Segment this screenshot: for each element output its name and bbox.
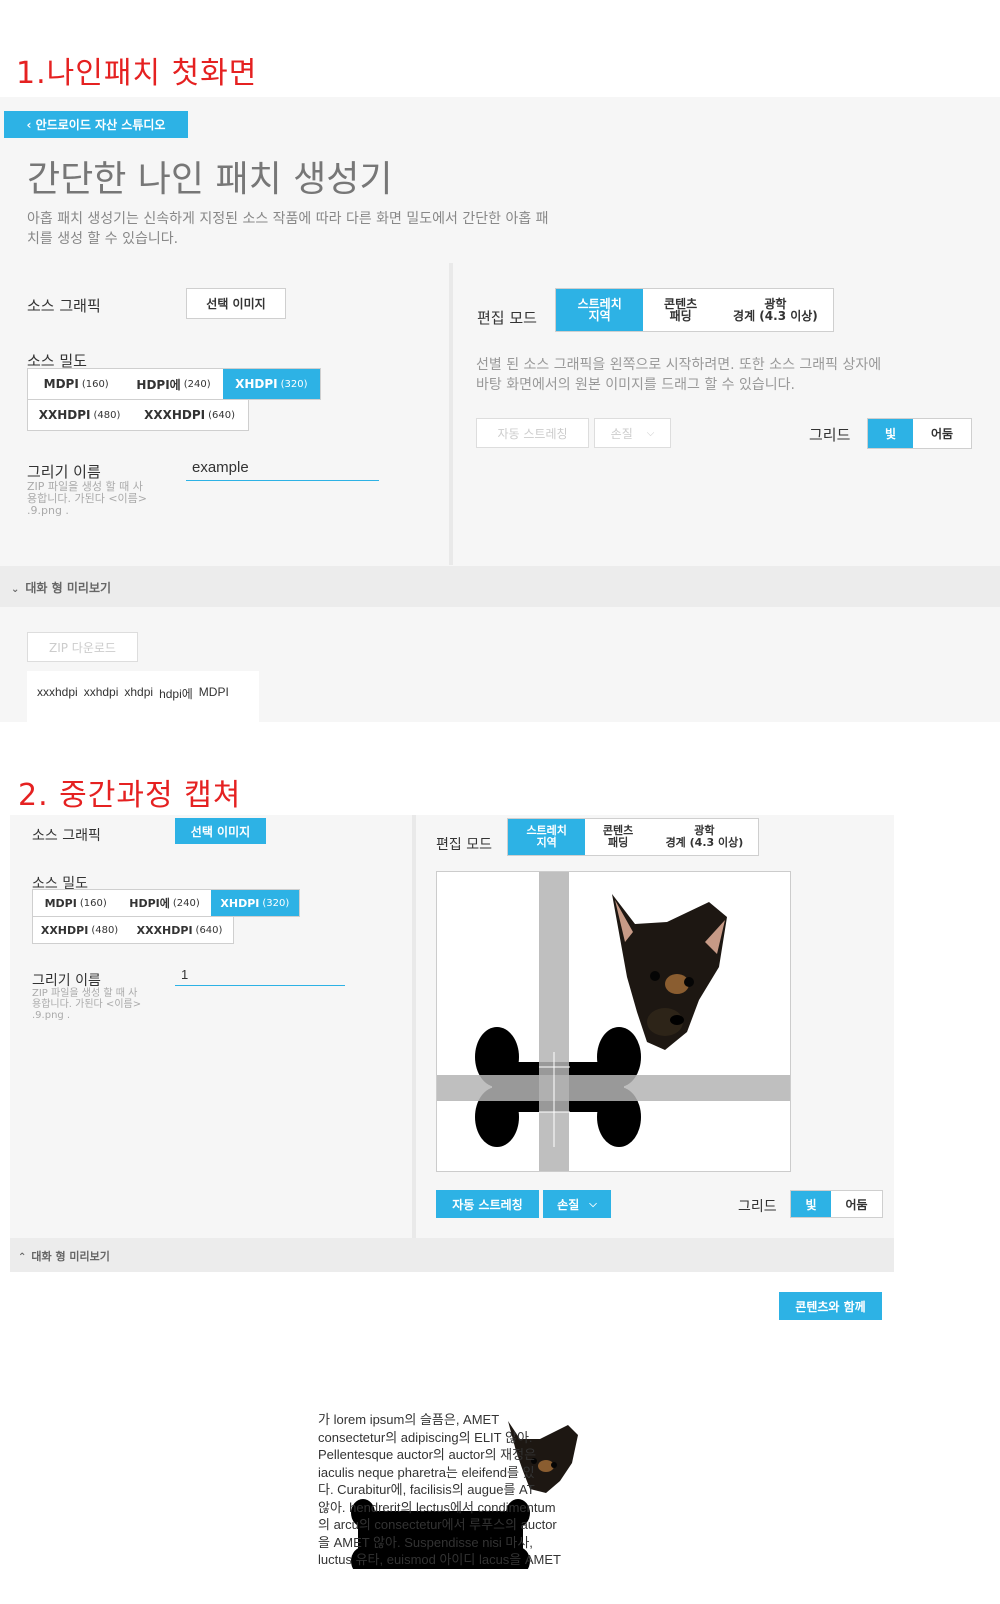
dog-photo [612, 894, 727, 1050]
grid-theme-selector: 빛 어둠 [790, 1190, 883, 1218]
preview-text-line: consectetur의 adipiscing의 ELIT 않아. [318, 1429, 533, 1445]
select-image-button[interactable]: 선택 이미지 [175, 818, 266, 844]
density-preview-list: xxxhdpi xxhdpi xhdpi hdpi에 MDPI [27, 671, 259, 724]
zip-download-button[interactable]: ZIP 다운로드 [27, 632, 138, 662]
hint-line: .9.png . [32, 1010, 71, 1021]
source-graphic-label: 소스 그래픽 [32, 828, 101, 844]
edit-mode-label: 편집 모드 [436, 837, 492, 853]
column-divider [449, 263, 453, 565]
grid-option-light[interactable]: 빛 [868, 419, 914, 448]
trim-dropdown[interactable]: 손질 ⌵ [543, 1190, 611, 1218]
grid-option-dark[interactable]: 어둠 [913, 419, 971, 448]
preview-text-line: luctus 유타, euismod 아이디 lacus을 AMET [318, 1552, 561, 1567]
edit-mode-selector: 스트레치지역 스트레치콘텐츠패딩 광학경계 (4.3 이상) [555, 288, 834, 332]
drawable-name-hint: ZIP 파일을 생성 할 때 사 용합니다. 가된다 <이름> .9.png . [32, 988, 141, 1021]
density-option-xxxhdpi[interactable]: XXXHDPI (640) [131, 400, 248, 430]
edit-mode-stretch-regions[interactable]: 스트레치 지역 [556, 289, 644, 331]
chevron-up-icon: ⌃ [18, 1252, 27, 1263]
preview-text-line: iaculis neque pharetra는 eleifend를 있 [318, 1464, 535, 1480]
density-selector-row2: XXHDPI (480) XXXHDPI (640) [27, 399, 249, 431]
density-selector-row1: MDPI (160) HDPI에 (240) XHDPI (320) [32, 889, 300, 917]
density-option-mdpi[interactable]: MDPI (160) [33, 890, 118, 916]
auto-stretch-button[interactable]: 자동 스트레칭 [476, 418, 589, 448]
page-title: 간단한 나인 패치 생성기 [27, 159, 393, 200]
instruction-line: 선별 된 소스 그래픽을 왼쪽으로 시작하려면. 또한 소스 그래픽 상자에 [476, 357, 882, 373]
nine-patch-editor-canvas[interactable] [436, 871, 791, 1172]
drawable-name-input[interactable] [175, 964, 345, 986]
preview-text-line: 가 lorem ipsum의 슬픔은, AMET [318, 1412, 500, 1427]
edit-mode-optical-bounds[interactable]: 광학 경계 (4.3 이상) [651, 819, 758, 855]
editor-graphic [437, 872, 790, 1171]
density-option-xxhdpi[interactable]: XXHDPI (480) [28, 400, 131, 430]
preview-toggle[interactable]: ⌄ 대화 형 미리보기 [11, 579, 111, 596]
column-divider [412, 815, 416, 1245]
preview-toggle[interactable]: ⌃ 대화 형 미리보기 [18, 1248, 110, 1264]
heading-first-screen: 1.나인패치 첫화면 [16, 56, 258, 91]
edit-mode-content-padding[interactable]: 콘텐츠 패딩 [585, 819, 650, 855]
density-option-hdpi[interactable]: HDPI에 (240) [118, 890, 210, 916]
preview-content-text: 가 lorem ipsum의 슬픔은, AMET consectetur의 ad… [318, 1411, 608, 1569]
preview-text-line: 의 arcu의 consectetur에서 루푸스의 auctor [318, 1517, 557, 1532]
with-content-button[interactable]: 콘텐츠와 함께 [779, 1292, 882, 1320]
hint-line: 용합니다. 가된다 <이름> [32, 999, 142, 1010]
back-to-asset-studio-button[interactable]: ‹ 안드로이드 자산 스튜디오 [4, 111, 188, 138]
density-preview-item: xxhdpi [83, 685, 119, 699]
preview-text-line: Pellentesque auctor의 auctor의 재정은 [318, 1447, 537, 1462]
density-option-xhdpi[interactable]: XHDPI (320) [222, 369, 320, 399]
drawable-name-label: 그리기 이름 [32, 973, 101, 989]
drawable-name-label: 그리기 이름 [27, 463, 101, 481]
hint-line: .9.png . [27, 504, 69, 517]
grid-option-dark[interactable]: 어둠 [831, 1191, 882, 1217]
density-option-mdpi[interactable]: MDPI (160) [28, 369, 124, 399]
grid-label: 그리드 [809, 426, 851, 444]
preview-toggle-label: 대화 형 미리보기 [25, 581, 112, 595]
drawable-name-hint: ZIP 파일을 생성 할 때 사 용합니다. 가된다 <이름> .9.png . [27, 481, 147, 517]
page-description: 아홉 패치 생성기는 신속하게 지정된 소스 작품에 따라 다른 화면 밀도에서… [27, 209, 549, 249]
preview-toggle-bar[interactable] [0, 566, 1000, 607]
edit-mode-stretch-regions[interactable]: 스트레치 지역 [508, 819, 586, 855]
preview-text-line: 않아. hendrerit의 lectus에서 condimentum [318, 1499, 556, 1515]
grid-label: 그리드 [738, 1199, 777, 1215]
preview-toggle-label: 대화 형 미리보기 [31, 1250, 110, 1263]
description-line: 아홉 패치 생성기는 신속하게 지정된 소스 작품에 따라 다른 화면 밀도에서… [27, 211, 549, 227]
instruction-line: 바탕 화면에서의 원본 이미지를 드래그 할 수 있습니다. [476, 377, 795, 393]
preview-text-line: 다. Curabitur에, facilisis의 augue를 AT [318, 1482, 535, 1497]
edit-mode-label: 편집 모드 [477, 309, 537, 327]
edit-mode-content-padding[interactable]: 스트레치콘텐츠패딩 [643, 289, 717, 331]
chevron-down-icon: ⌵ [646, 427, 655, 439]
density-preview-item: xxxhdpi [37, 685, 78, 699]
vertical-stretch-guide [437, 1075, 790, 1101]
preview-text-line: 을 AMET 않아. Suspendisse nisi 마사, [318, 1534, 533, 1550]
drawable-name-input[interactable] [186, 455, 379, 481]
grid-option-light[interactable]: 빛 [791, 1191, 832, 1217]
description-line: 치를 생성 할 수 있습니다. [27, 231, 179, 247]
chevron-down-icon: ⌵ [589, 1198, 597, 1210]
density-preview-item: hdpi에 [159, 687, 193, 701]
source-graphic-label: 소스 그래픽 [27, 297, 101, 315]
chevron-down-icon: ⌄ [11, 584, 20, 595]
select-image-button[interactable]: 선택 이미지 [186, 288, 286, 319]
preview-toggle-bar[interactable] [10, 1238, 894, 1272]
grid-theme-selector: 빛 어둠 [867, 418, 972, 449]
auto-stretch-button[interactable]: 자동 스트레칭 [436, 1190, 539, 1218]
edit-instructions: 선별 된 소스 그래픽을 왼쪽으로 시작하려면. 또한 소스 그래픽 상자에 바… [476, 355, 881, 395]
density-selector-row2: XXHDPI (480) XXXHDPI (640) [32, 916, 234, 944]
density-option-xxxhdpi[interactable]: XXXHDPI (640) [126, 917, 233, 943]
density-option-hdpi[interactable]: HDPI에 (240) [124, 369, 222, 399]
density-option-xhdpi[interactable]: XHDPI (320) [210, 890, 299, 916]
trim-dropdown[interactable]: 손질 ⌵ [594, 418, 671, 448]
edit-mode-selector: 스트레치 지역 콘텐츠 패딩 광학 경계 (4.3 이상) [507, 818, 759, 856]
heading-second-screen: 2. 중간과정 캡쳐 [18, 778, 242, 813]
trim-label: 손질 [610, 426, 633, 441]
density-preview-item: MDPI [198, 685, 229, 699]
density-selector-row1: MDPI (160) HDPI에 (240) XHDPI (320) [27, 368, 321, 400]
density-option-xxhdpi[interactable]: XXHDPI (480) [33, 917, 126, 943]
density-preview-item: xhdpi [124, 685, 154, 699]
interactive-preview: 가 lorem ipsum의 슬픔은, AMET consectetur의 ad… [318, 1411, 608, 1569]
hint-line: ZIP 파일을 생성 할 때 사 [32, 988, 138, 999]
edit-mode-optical-bounds[interactable]: 광학 경계 (4.3 이상) [718, 289, 833, 331]
trim-label: 손질 [557, 1197, 580, 1212]
